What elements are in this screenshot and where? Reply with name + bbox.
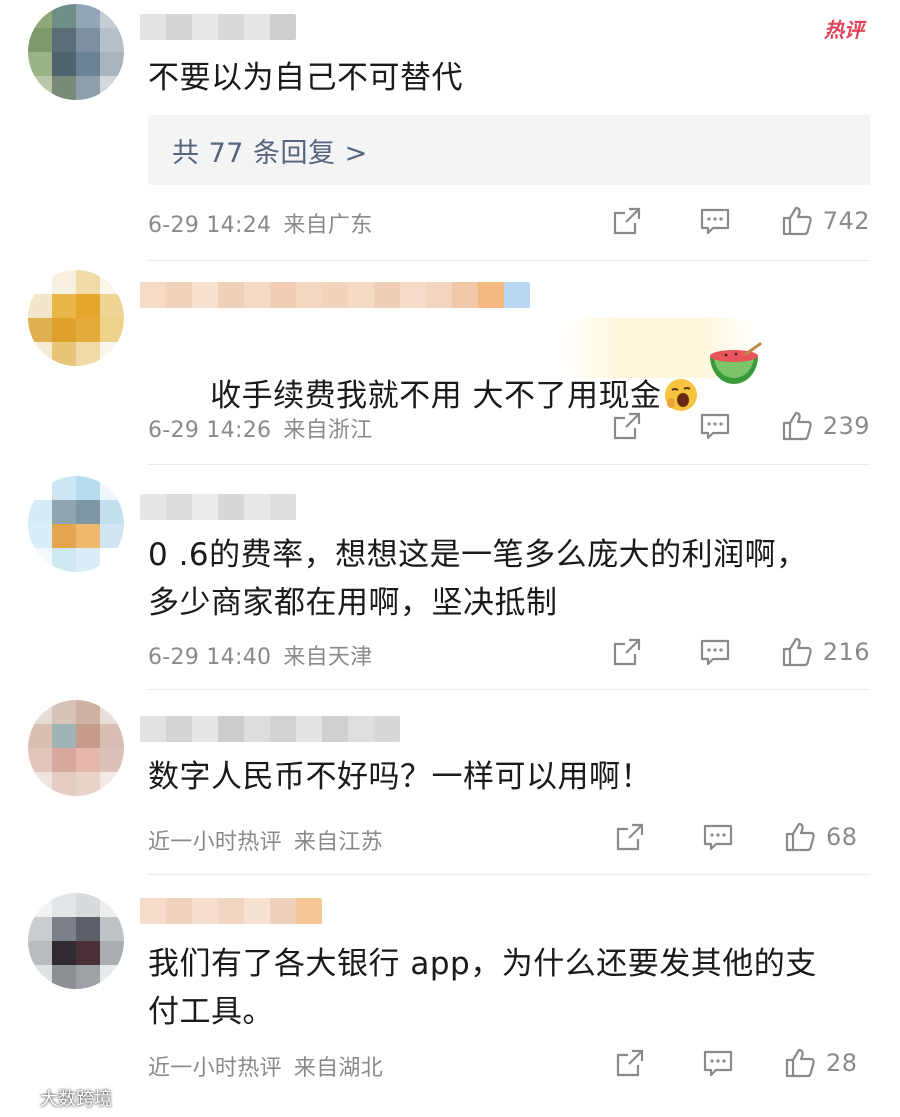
- hot-comment-badge: 热评: [824, 18, 864, 42]
- thumbs-up-icon: [785, 822, 815, 852]
- comment-icon[interactable]: [699, 410, 731, 442]
- divider: [148, 689, 870, 690]
- watermark-logo-icon: [9, 1091, 34, 1105]
- thumbs-up-icon: [782, 637, 812, 667]
- comment-time: 6-29 14:40: [148, 645, 272, 670]
- watermelon-icon: [710, 342, 762, 384]
- replies-label: 共 77 条回复 >: [172, 138, 368, 169]
- comment-text-content: 收手续费我就不用 大不了用现金: [210, 378, 662, 414]
- comment-time: 近一小时热评: [148, 830, 282, 855]
- share-icon[interactable]: [611, 410, 643, 442]
- share-icon[interactable]: [614, 821, 646, 853]
- like-button[interactable]: 742: [781, 205, 870, 237]
- like-count: 239: [822, 412, 870, 440]
- watermark: 大数跨境: [8, 1085, 112, 1111]
- like-count: 742: [822, 207, 870, 235]
- avatar[interactable]: [28, 270, 124, 366]
- like-button[interactable]: 28: [784, 1047, 870, 1079]
- share-icon[interactable]: [611, 636, 643, 668]
- divider: [148, 464, 870, 465]
- comment-meta: 6-29 14:26 来自浙江: [148, 412, 373, 444]
- comment-time: 6-29 14:26: [148, 418, 272, 443]
- comment-icon[interactable]: [702, 821, 734, 853]
- comment-actions: 28: [614, 1043, 870, 1083]
- comment-location: 来自江苏: [293, 830, 384, 855]
- comment-actions: 239: [611, 406, 870, 446]
- comment-icon[interactable]: [702, 1047, 734, 1079]
- avatar[interactable]: [28, 700, 124, 796]
- share-icon[interactable]: [611, 205, 643, 237]
- like-count: 216: [822, 638, 870, 666]
- comment-text: 0 .6的费率，想想这是一笔多么庞大的利润啊， 多少商家都在用啊，坚决抵制: [148, 537, 808, 621]
- username[interactable]: [140, 716, 400, 742]
- comment-text: 不要以为自己不可替代: [148, 60, 463, 96]
- like-button[interactable]: 239: [781, 410, 870, 442]
- comment-text: 数字人民币不好吗？一样可以用啊！: [148, 759, 652, 795]
- like-count: 68: [826, 823, 858, 851]
- divider: [148, 874, 870, 875]
- comment-meta: 6-29 14:40 来自天津: [148, 639, 373, 671]
- comment-meta: 近一小时热评 来自江苏: [148, 824, 383, 856]
- comment-meta: 6-29 14:24 来自广东: [148, 207, 373, 239]
- comment-actions: 742: [611, 201, 870, 241]
- comment-location: 来自广东: [283, 213, 373, 238]
- thumbs-up-icon: [782, 411, 812, 441]
- comment-feed: 热评 不要以为自己不可替代 共 77 条回复 > 6-29 14:24 来自广东 …: [0, 0, 900, 1117]
- like-count: 28: [826, 1049, 858, 1077]
- thumbs-up-icon: [782, 206, 812, 236]
- comment-icon[interactable]: [699, 205, 731, 237]
- like-button[interactable]: 68: [784, 821, 870, 853]
- avatar[interactable]: [28, 476, 124, 572]
- avatar[interactable]: [28, 893, 124, 989]
- divider: [148, 260, 870, 261]
- username[interactable]: [140, 898, 322, 924]
- comment-location: 来自湖北: [293, 1056, 384, 1081]
- watermark-text: 大数跨境: [40, 1089, 112, 1110]
- share-icon[interactable]: [614, 1047, 646, 1079]
- username[interactable]: [140, 282, 530, 308]
- comment-location: 来自天津: [283, 645, 373, 670]
- comment-time: 近一小时热评: [148, 1056, 282, 1081]
- username[interactable]: [140, 14, 296, 40]
- comment-time: 6-29 14:24: [148, 213, 272, 238]
- view-replies-button[interactable]: 共 77 条回复 >: [148, 115, 870, 185]
- thumbs-up-icon: [785, 1048, 815, 1078]
- comment-icon[interactable]: [699, 636, 731, 668]
- comment-actions: 216: [611, 632, 870, 672]
- comment-actions: 68: [614, 817, 870, 857]
- avatar[interactable]: [28, 4, 124, 100]
- comment-location: 来自浙江: [283, 418, 373, 443]
- username[interactable]: [140, 494, 296, 520]
- comment-meta: 近一小时热评 来自湖北: [148, 1050, 383, 1082]
- like-button[interactable]: 216: [781, 636, 870, 668]
- comment-text: 我们有了各大银行 app，为什么还要发其他的支 付工具。: [148, 946, 817, 1030]
